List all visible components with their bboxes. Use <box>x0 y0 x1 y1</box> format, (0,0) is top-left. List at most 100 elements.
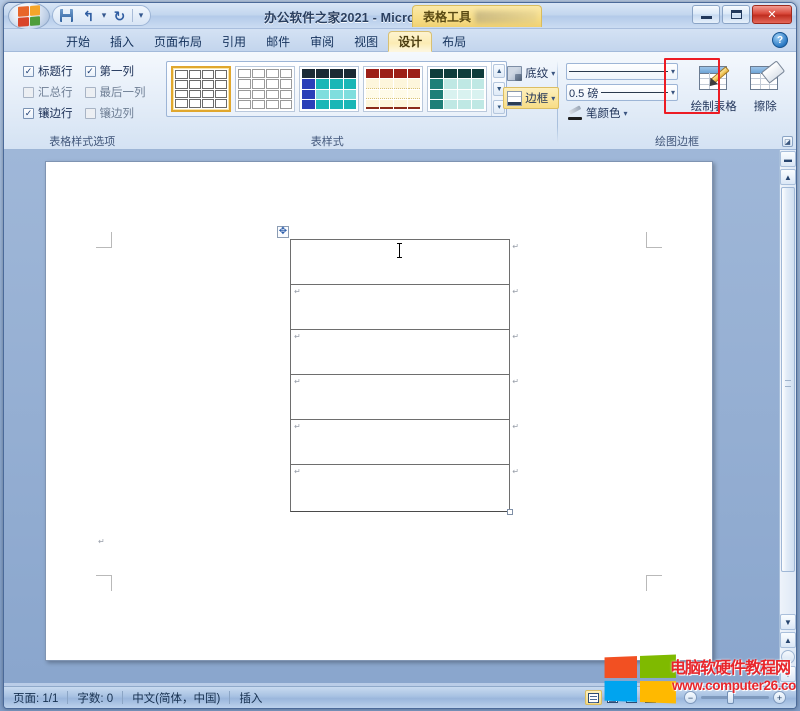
paragraph-mark: ↵ <box>512 332 519 341</box>
table-row[interactable]: ↵ ↵ <box>290 419 519 464</box>
body-paragraph-mark: ↵ <box>98 537 105 546</box>
table-row[interactable]: ↵ <box>290 239 519 284</box>
margin-mark-bottom-right <box>646 575 662 591</box>
split-icon: ▬ <box>784 154 792 164</box>
checkbox-first-column[interactable]: ✓ 第一列 <box>84 63 146 79</box>
borders-icon <box>507 90 523 106</box>
group-body: ▲ ▼ ▾ <box>157 54 508 133</box>
contextual-tab-text: 表格工具 <box>423 10 472 24</box>
line-style-dropdown[interactable]: ▾ <box>566 63 678 80</box>
ribbon-group-table-style-options: ✓ 标题行 ✓ 第一列 汇总行 最后一列 ✓ 镶边行 镶边列 表格样式选项 <box>8 54 157 148</box>
checkbox-banded-columns[interactable]: 镶边列 <box>84 105 146 121</box>
status-page-number[interactable]: 页面: 1/1 <box>4 690 67 706</box>
gallery-items <box>167 62 491 116</box>
checkbox-total-row[interactable]: 汇总行 <box>23 84 73 100</box>
paragraph-mark: ↵ <box>512 287 519 296</box>
maximize-button[interactable] <box>722 5 750 24</box>
chevron-down-icon: ▼ <box>784 617 792 627</box>
pen-controls: ▾ 0.5 磅 ▾ 笔颜色 ▾ <box>560 57 682 121</box>
borders-button[interactable]: 边框 ▾ <box>503 87 560 109</box>
line-weight-preview <box>601 92 668 93</box>
vertical-scrollbar[interactable]: ▬ ▲ ▼ ▲ ▼ <box>779 150 796 683</box>
checkbox-last-column[interactable]: 最后一列 <box>84 84 146 100</box>
draw-borders-dialog-launcher[interactable]: ◪ <box>782 136 793 147</box>
group-title-text: 绘图边框 <box>655 135 699 148</box>
paragraph-mark: ↵ <box>294 377 301 386</box>
shading-button[interactable]: 底纹 ▾ <box>503 62 559 84</box>
draw-table-label: 绘制表格 <box>690 101 737 113</box>
pen-color-button[interactable]: 笔颜色 ▾ <box>566 105 678 121</box>
paragraph-mark: ↵ <box>512 467 519 476</box>
table-style-item-3[interactable] <box>299 66 360 112</box>
table-style-item-5[interactable] <box>427 66 488 112</box>
margin-mark-bottom-left <box>96 575 112 591</box>
maximize-icon <box>730 10 742 19</box>
table-row[interactable]: ↵ ↵ <box>290 374 519 419</box>
document-table[interactable]: ✥ ↵ ↵ ↵ ↵ ↵ ↵ ↵ ↵ ↵ ↵ ↵ <box>277 226 519 515</box>
tab-start[interactable]: 开始 <box>56 31 100 52</box>
table-style-item-4[interactable] <box>363 66 424 112</box>
close-button[interactable]: ✕ <box>752 5 792 24</box>
tab-label: 插入 <box>110 35 135 49</box>
table-row[interactable]: ↵ ↵ <box>290 329 519 374</box>
checkbox-icon: ✓ <box>84 65 96 77</box>
chevron-down-icon: ▾ <box>670 88 675 97</box>
checkbox-banded-rows[interactable]: ✓ 镶边行 <box>23 105 73 121</box>
eraser-button[interactable]: 擦除 <box>740 57 792 115</box>
table-move-handle[interactable]: ✥ <box>277 226 289 238</box>
paragraph-mark: ↵ <box>512 377 519 386</box>
checkbox-icon: ✓ <box>23 65 34 77</box>
draw-table-button[interactable]: 绘制表格 <box>688 57 740 115</box>
tab-page-layout[interactable]: 页面布局 <box>144 31 212 52</box>
watermark-line-2: www.computer26.com <box>672 678 797 693</box>
status-word-count[interactable]: 字数: 0 <box>68 690 122 706</box>
status-language[interactable]: 中文(简体，中国) <box>123 690 229 706</box>
scroll-up-button[interactable]: ▲ <box>780 169 796 185</box>
status-insert-mode[interactable]: 插入 <box>230 690 271 706</box>
table-style-preview <box>302 69 357 109</box>
tab-insert[interactable]: 插入 <box>100 31 144 52</box>
document-page[interactable]: ✥ ↵ ↵ ↵ ↵ ↵ ↵ ↵ ↵ ↵ ↵ ↵ ↵ <box>45 161 713 661</box>
checkbox-label: 标题行 <box>38 66 73 78</box>
line-weight-dropdown[interactable]: 0.5 磅 ▾ <box>566 84 678 101</box>
ribbon-tab-strip: 开始 插入 页面布局 引用 邮件 审阅 视图 设计 布局 ? <box>4 29 796 52</box>
checkbox-icon <box>84 86 96 98</box>
tab-label: 开始 <box>66 35 91 49</box>
table-row[interactable]: ↵ ↵ <box>290 464 519 515</box>
tab-label: 邮件 <box>266 35 291 49</box>
table-row[interactable]: ↵ ↵ <box>290 284 519 329</box>
help-button[interactable]: ? <box>772 32 788 48</box>
text-cursor <box>397 243 402 258</box>
line-style-preview <box>569 71 668 72</box>
table-style-item-2[interactable] <box>235 66 296 112</box>
paragraph-mark: ↵ <box>294 422 301 431</box>
previous-page-button[interactable]: ▲ <box>780 632 796 648</box>
tab-mailings[interactable]: 邮件 <box>256 31 300 52</box>
chevron-down-icon: ▾ <box>623 108 628 118</box>
checkbox-label: 镶边列 <box>99 108 135 120</box>
chevron-down-icon: ▾ <box>670 67 675 76</box>
help-icon: ? <box>776 34 784 46</box>
tab-label: 设计 <box>398 35 423 49</box>
tab-review[interactable]: 审阅 <box>300 31 344 52</box>
split-window-handle[interactable]: ▬ <box>780 151 796 167</box>
scroll-down-button[interactable]: ▼ <box>780 614 796 630</box>
tab-design[interactable]: 设计 <box>388 31 433 52</box>
tab-references[interactable]: 引用 <box>212 31 256 52</box>
table-resize-handle[interactable] <box>507 509 513 515</box>
table-style-preview <box>430 69 485 109</box>
minimize-button[interactable] <box>692 5 720 24</box>
pen-color-icon <box>568 107 583 120</box>
checkbox-header-row[interactable]: ✓ 标题行 <box>23 63 73 79</box>
tab-label: 页面布局 <box>154 35 203 49</box>
dialog-launcher-icon: ◪ <box>784 138 791 146</box>
tab-label: 审阅 <box>310 35 335 49</box>
scrollbar-thumb[interactable] <box>781 187 795 572</box>
tab-layout[interactable]: 布局 <box>432 31 476 52</box>
margin-mark-top-left <box>96 232 112 248</box>
eraser-icon <box>748 60 786 96</box>
word-application-window: ↰ ▾ ↻ ▾ 办公软件之家2021 - Microsoft Word 表格工具 <box>0 0 800 711</box>
table-style-item-1[interactable] <box>171 66 232 112</box>
group-body: ▾ 0.5 磅 ▾ 笔颜色 ▾ 绘制表格 擦除 <box>558 54 796 133</box>
tab-view[interactable]: 视图 <box>344 31 388 52</box>
